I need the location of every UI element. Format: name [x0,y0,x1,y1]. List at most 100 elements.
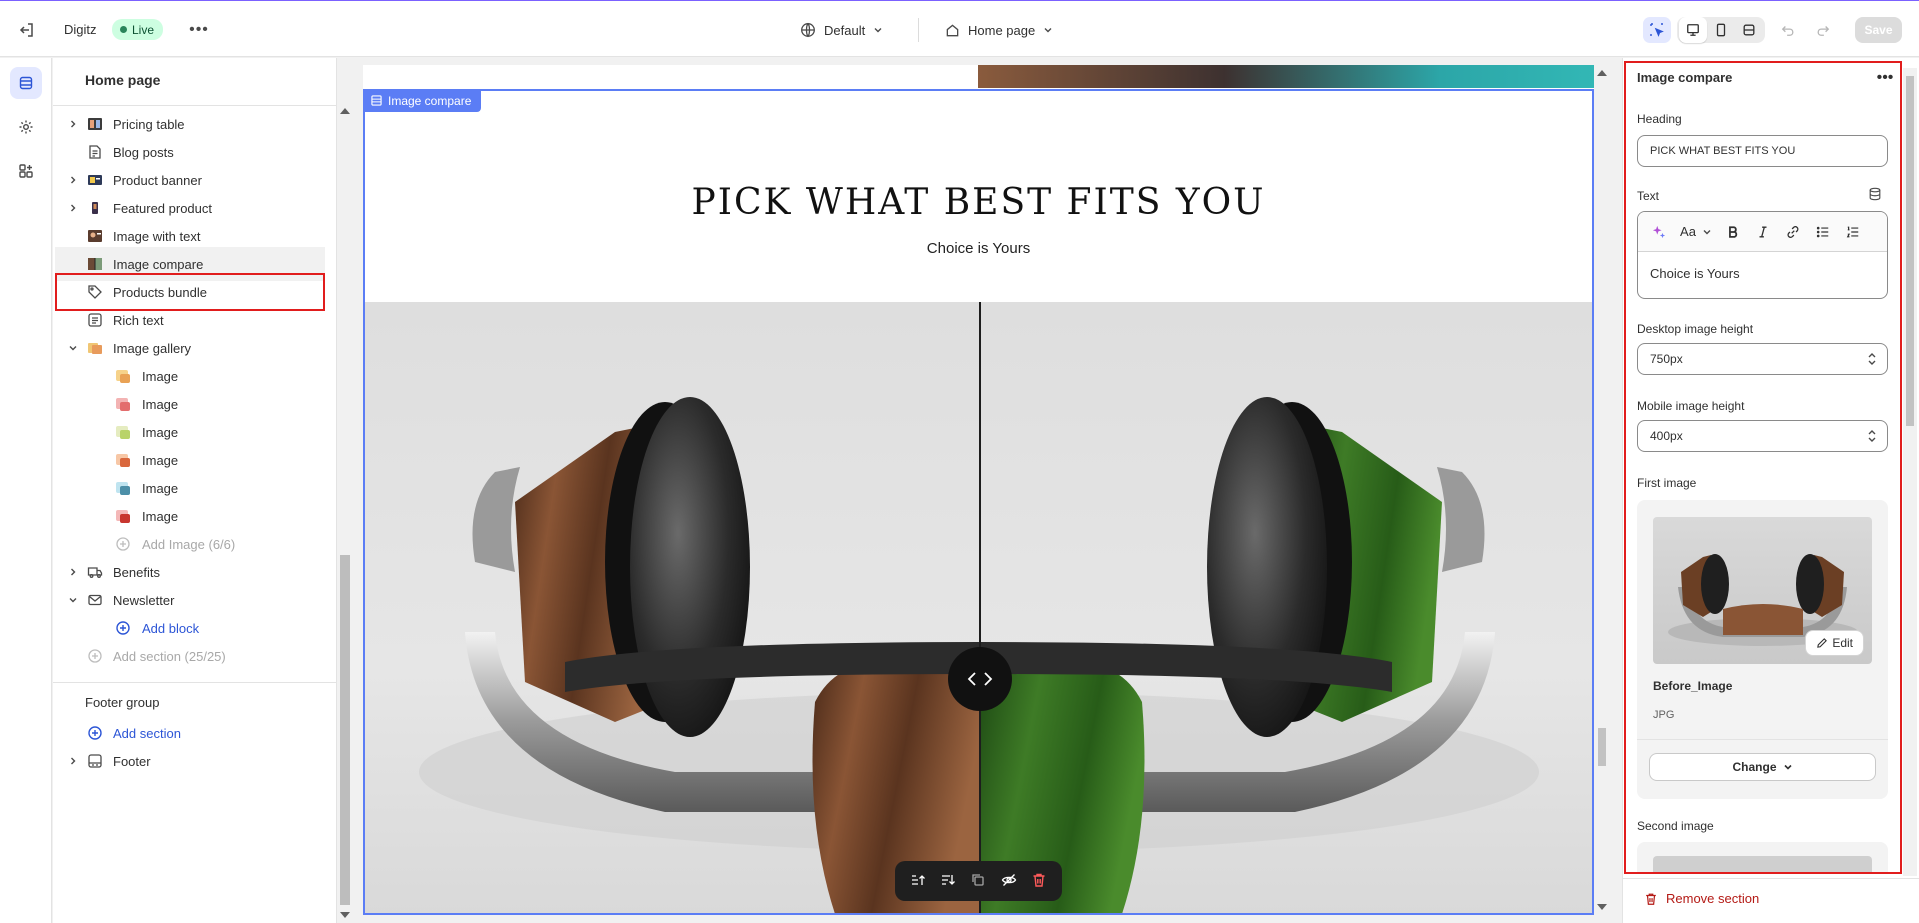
chevron-right-icon[interactable] [67,118,79,130]
blog-icon [87,144,103,160]
theme-selector[interactable]: Default [800,19,883,41]
preview-scrollbar[interactable] [1594,65,1610,915]
sidebar-scrollbar-thumb[interactable] [340,555,350,905]
footer-group-heading: Footer group [53,685,323,719]
save-button[interactable]: Save [1855,17,1902,43]
bold-icon[interactable] [1718,218,1748,246]
sidebar-title: Home page [85,72,161,88]
group-label: Footer group [85,694,160,710]
chevron-right-icon[interactable] [67,755,79,767]
device-view-group [1677,17,1765,43]
chevron-right-icon[interactable] [67,566,79,578]
chevron-right-icon[interactable] [67,174,79,186]
apps-icon[interactable] [10,155,42,187]
live-dot-icon [120,26,127,33]
settings-scrollbar-thumb[interactable] [1906,76,1914,426]
remove-section-button[interactable]: Remove section [1644,891,1759,906]
add-section-label: Add section (25/25) [113,648,226,664]
inspector-toggle[interactable] [1643,17,1671,43]
scroll-up-arrow-icon[interactable] [340,108,350,114]
undo-icon[interactable] [1774,17,1802,43]
duplicate-icon[interactable] [970,872,986,891]
text-style-dropdown[interactable]: Aa [1674,218,1718,246]
mobile-height-select[interactable]: 400px [1637,420,1888,452]
chevron-right-icon[interactable] [67,202,79,214]
rich-text-content[interactable]: Choice is Yours [1638,252,1887,295]
italic-icon[interactable] [1748,218,1778,246]
edit-image-button[interactable]: Edit [1805,630,1864,656]
sidebar-item-footer[interactable]: Footer [53,744,323,778]
dynamic-source-icon[interactable] [1868,187,1882,204]
image-compare-icon [87,256,103,272]
block-label: Image [142,424,179,440]
numbered-list-icon[interactable] [1838,218,1868,246]
mobile-height-label: Mobile image height [1637,399,1745,413]
first-image-picker: Edit Before_Image JPG Change [1637,500,1888,799]
scroll-down-arrow-icon[interactable] [340,912,350,918]
heading-input[interactable]: PICK WHAT BEST FITS YOU [1637,135,1888,167]
desktop-height-select[interactable]: 750px [1637,343,1888,375]
chevron-down-icon [874,28,882,33]
sidebar-item-label: Product banner [113,172,202,188]
add-block-label: Add block [142,620,200,636]
settings-gear-icon[interactable] [10,111,42,143]
previous-section-image [978,65,1594,88]
hide-icon[interactable] [1001,872,1017,891]
desktop-height-value: 750px [1650,352,1683,366]
product-banner-icon [87,172,103,188]
settings-panel: Image compare ••• Heading PICK WHAT BEST… [1622,58,1919,923]
second-image-picker[interactable] [1637,842,1888,872]
chevron-down-icon [1044,28,1052,33]
live-status-badge: Live [112,19,164,40]
redo-icon[interactable] [1809,17,1837,43]
mobile-view-icon[interactable] [1707,17,1735,43]
move-up-icon[interactable] [910,872,926,891]
link-icon[interactable] [1778,218,1808,246]
more-options-icon[interactable]: ••• [1873,68,1897,88]
image-block-icon [115,508,131,524]
bullet-list-icon[interactable] [1808,218,1838,246]
section-tag[interactable]: Image compare [363,89,482,112]
store-name: Digitz [64,22,97,37]
add-section-label: Add section [113,725,181,741]
sidebar-item-label: Image compare [113,256,204,272]
mail-icon [87,592,103,608]
chevron-down-icon[interactable] [67,594,79,606]
rich-text-editor[interactable]: Aa Choice is Yours [1637,211,1888,299]
cursor-select-icon [1650,23,1664,37]
exit-icon[interactable] [16,19,38,41]
ai-magic-icon[interactable] [1644,218,1674,246]
divider [1623,878,1919,879]
section-toolbar [895,861,1062,901]
scroll-down-arrow-icon[interactable] [1597,904,1607,910]
more-actions-icon[interactable]: ••• [186,19,212,41]
image-block-icon [115,396,131,412]
change-image-button[interactable]: Change [1649,753,1876,781]
font-size-icon: Aa [1680,224,1696,239]
preview-scrollbar-thumb[interactable] [1598,728,1606,766]
fullscreen-view-icon[interactable] [1735,17,1763,43]
block-label: Image [142,368,179,384]
scroll-up-arrow-icon[interactable] [1597,70,1607,76]
truck-icon [87,564,103,580]
chevron-down-icon[interactable] [67,342,79,354]
trash-icon [1646,893,1656,905]
image-gallery-icon [87,340,103,356]
block-label: Image [142,452,179,468]
desktop-view-icon[interactable] [1679,17,1707,43]
rich-text-icon [87,312,103,328]
sidebar-item-label: Footer [113,753,151,769]
sidebar-item-label: Rich text [113,312,164,328]
block-label: Image [142,508,179,524]
delete-icon[interactable] [1031,872,1047,891]
sections-nav-icon[interactable] [10,67,42,99]
heading-input-value: PICK WHAT BEST FITS YOU [1650,145,1796,157]
first-image-thumbnail[interactable]: Edit [1653,517,1872,664]
rich-text-toolbar: Aa [1638,212,1887,252]
desktop-height-label: Desktop image height [1637,322,1754,336]
footer-icon [87,753,103,769]
second-image-thumbnail[interactable] [1653,856,1872,872]
theme-selector-label: Default [824,22,866,38]
move-down-icon[interactable] [940,872,956,891]
page-selector[interactable]: Home page [945,19,1053,41]
